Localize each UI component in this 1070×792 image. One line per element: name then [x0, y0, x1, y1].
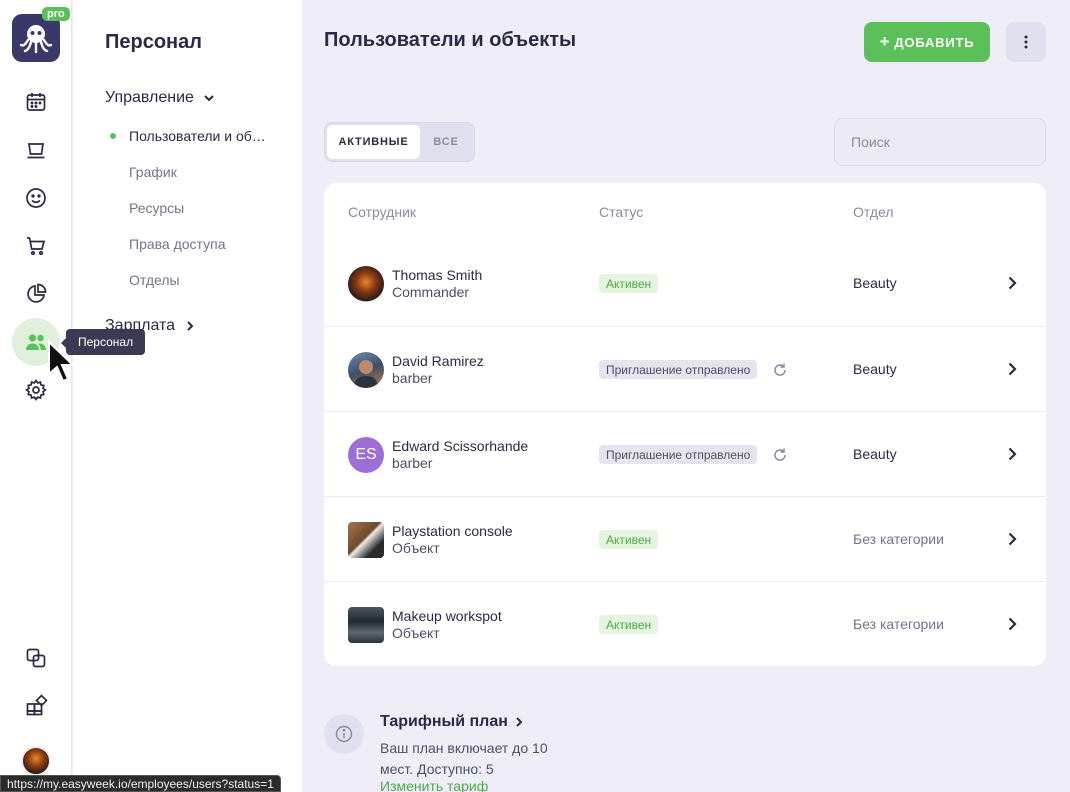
resend-icon[interactable]	[772, 447, 788, 463]
object-thumbnail	[348, 522, 384, 558]
nav-item-access-rights[interactable]: Права доступа	[129, 236, 225, 252]
pie-chart-icon	[27, 283, 47, 303]
rail-apps[interactable]	[12, 682, 60, 730]
calendar-icon	[26, 93, 46, 111]
row-department: Beauty	[853, 275, 897, 291]
rail-clients[interactable]	[12, 174, 60, 222]
rail-services[interactable]	[12, 126, 60, 174]
rail-calendar[interactable]	[12, 78, 60, 126]
cart-icon	[27, 237, 46, 256]
chevron-right-icon[interactable]	[1004, 531, 1020, 547]
row-department: Без категории	[853, 616, 944, 632]
row-role: Объект	[392, 625, 440, 641]
kebab-menu-icon	[1024, 35, 1028, 49]
apps-icon	[26, 694, 48, 716]
status-filter-tabs: АКТИВНЫЕ ВСЕ	[324, 122, 475, 162]
gear-icon	[25, 378, 47, 402]
nav-group-management[interactable]: Управление	[105, 89, 216, 107]
rail-copy[interactable]	[12, 634, 60, 682]
user-avatar[interactable]	[21, 746, 51, 776]
users-table: Сотрудник Статус Отдел Thomas Smith Comm…	[324, 183, 1046, 666]
person-photo-icon	[354, 360, 378, 388]
resend-icon[interactable]	[772, 362, 788, 378]
chevron-right-icon[interactable]	[1004, 446, 1020, 462]
plan-title: Тарифный план	[380, 713, 508, 730]
row-name: David Ramirez	[392, 353, 484, 369]
tab-active[interactable]: АКТИВНЫЕ	[327, 125, 420, 159]
row-name: Makeup workspot	[392, 608, 502, 624]
row-name: Playstation console	[392, 523, 513, 539]
page-title: Пользователи и объекты	[324, 29, 577, 51]
service-icon	[27, 143, 45, 159]
table-row[interactable]: Playstation console Объект Активен Без к…	[324, 496, 1046, 581]
main-content: Пользователи и объекты + ДОБАВИТЬ АКТИВН…	[302, 0, 1070, 792]
status-bar-url: https://my.easyweek.io/employees/users?s…	[0, 775, 281, 792]
row-role: barber	[392, 455, 433, 471]
chevron-right-icon[interactable]	[1004, 361, 1020, 377]
avatar	[348, 352, 384, 388]
column-header-status: Статус	[599, 204, 644, 220]
status-badge: Приглашение отправлено	[599, 445, 758, 464]
rail-analytics[interactable]	[12, 270, 60, 318]
status-badge: Активен	[599, 530, 659, 549]
nav-item-schedule[interactable]: График	[129, 164, 177, 180]
row-role: Commander	[392, 284, 470, 300]
section-title: Персонал	[105, 31, 202, 53]
add-button-label: ДОБАВИТЬ	[894, 34, 975, 50]
change-plan-link[interactable]: Изменить тариф	[380, 778, 488, 792]
row-department: Beauty	[853, 446, 897, 462]
column-header-department: Отдел	[853, 204, 894, 220]
chevron-right-icon[interactable]	[1004, 275, 1020, 291]
tab-all[interactable]: ВСЕ	[420, 125, 472, 159]
plan-title-link[interactable]: Тарифный план	[380, 713, 524, 731]
avatar-initials: ES	[348, 437, 384, 473]
row-role: barber	[392, 370, 433, 386]
chevron-down-icon	[204, 95, 214, 102]
active-dot	[110, 133, 116, 139]
row-department: Без категории	[853, 531, 944, 547]
more-options-button[interactable]	[1006, 22, 1046, 62]
mouse-cursor-icon	[48, 340, 76, 383]
rail-shop[interactable]	[12, 222, 60, 270]
row-name: Thomas Smith	[392, 267, 483, 283]
smiley-icon	[26, 188, 46, 208]
row-role: Объект	[392, 540, 440, 556]
table-row[interactable]: Thomas Smith Commander Активен Beauty	[324, 241, 1046, 326]
plus-icon: +	[879, 32, 891, 51]
nav-item-departments[interactable]: Отделы	[129, 272, 180, 288]
status-badge: Активен	[599, 274, 659, 293]
search-box	[834, 118, 1046, 166]
people-icon	[26, 334, 46, 350]
octopus-logo-icon	[19, 25, 53, 54]
search-input[interactable]	[851, 134, 1032, 150]
nav-group-label: Управление	[105, 89, 194, 106]
status-badge: Приглашение отправлено	[599, 360, 758, 379]
avatar	[348, 266, 384, 302]
nav-item-resources[interactable]: Ресурсы	[129, 200, 184, 216]
plan-description: Ваш план включает до 10 мест. Доступно: …	[380, 740, 548, 777]
info-icon	[324, 714, 364, 754]
chevron-right-icon	[187, 321, 194, 331]
table-row[interactable]: David Ramirez barber Приглашение отправл…	[324, 326, 1046, 411]
table-row[interactable]: Makeup workspot Объект Активен Без катег…	[324, 581, 1046, 666]
row-name: Edward Scissorhande	[392, 438, 529, 454]
section-nav: Персонал Управление Пользователи и об… Г…	[73, 0, 302, 792]
chevron-right-icon[interactable]	[1004, 616, 1020, 632]
row-department: Beauty	[853, 361, 897, 377]
icon-rail: pro	[0, 0, 72, 792]
app-logo[interactable]	[12, 14, 60, 62]
object-thumbnail	[348, 607, 384, 643]
rail-tooltip: Персонал	[60, 329, 146, 355]
column-header-employee: Сотрудник	[348, 204, 417, 220]
add-button[interactable]: + ДОБАВИТЬ	[864, 22, 990, 62]
table-row[interactable]: ES Edward Scissorhande barber Приглашени…	[324, 411, 1046, 496]
pro-badge: pro	[42, 7, 70, 21]
status-badge: Активен	[599, 615, 659, 634]
nav-item-users[interactable]: Пользователи и об…	[129, 128, 266, 144]
chevron-right-icon	[516, 717, 523, 727]
copy-icon	[26, 648, 46, 668]
